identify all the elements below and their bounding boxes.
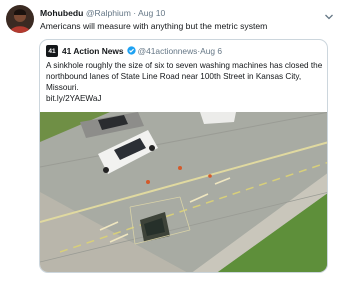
quoted-author-name[interactable]: 41 Action News — [62, 46, 124, 56]
quoted-tweet-link[interactable]: bit.ly/2YAEWaJ — [46, 93, 324, 104]
quoted-author-handle[interactable]: @41actionnews — [138, 46, 198, 56]
avatar-image — [6, 5, 34, 33]
quoted-tweet[interactable]: 41 41 Action News @41actionnews · Aug 6 … — [39, 39, 328, 273]
tweet-text: Americans will measure with anything but… — [40, 21, 268, 31]
separator: · — [133, 8, 137, 18]
quoted-tweet-body: A sinkhole roughly the size of six to se… — [46, 61, 323, 92]
author-name[interactable]: Mohubedu — [40, 8, 83, 18]
tweet-date[interactable]: Aug 10 — [138, 8, 165, 18]
quoted-tweet-text: A sinkhole roughly the size of six to se… — [46, 60, 324, 104]
station-logo-text: 41 — [48, 47, 56, 55]
aerial-sinkhole-photo[interactable] — [40, 111, 327, 272]
sinkhole-photo-image — [40, 111, 327, 272]
quoted-tweet-header: 41 41 Action News @41actionnews · Aug 6 — [46, 45, 222, 57]
quoted-tweet-date[interactable]: Aug 6 — [200, 46, 222, 56]
tweet-header: Mohubedu @Ralphium · Aug 10 — [40, 8, 165, 18]
chevron-down-icon[interactable] — [324, 8, 334, 20]
author-handle[interactable]: @Ralphium — [86, 8, 131, 18]
station-logo[interactable]: 41 — [46, 45, 58, 57]
white-car-top — [200, 112, 236, 124]
verified-badge-icon — [126, 45, 136, 57]
tweet: Mohubedu @Ralphium · Aug 10 Americans wi… — [0, 0, 340, 281]
user-avatar[interactable] — [6, 5, 34, 33]
